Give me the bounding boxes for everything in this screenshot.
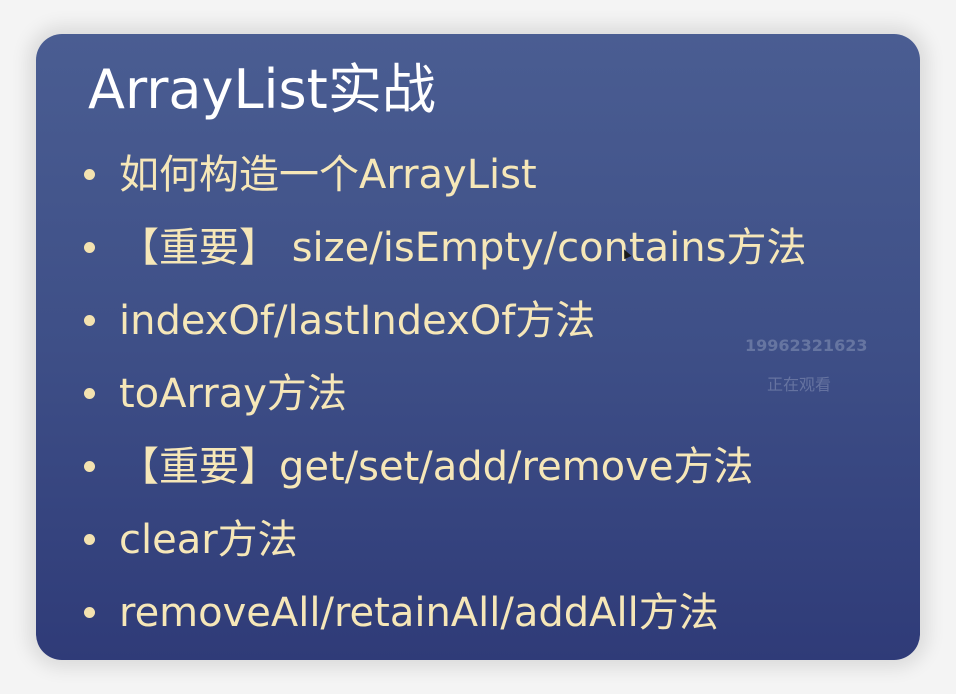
bullet-dot-icon (84, 169, 95, 180)
bullet-text: toArray方法 (119, 370, 347, 417)
bullet-dot-icon (84, 242, 95, 253)
bullet-text: clear方法 (119, 516, 298, 563)
bullet-dot-icon (84, 607, 95, 618)
bullet-list: 如何构造一个ArrayList 【重要】 size/isEmpty/contai… (84, 138, 806, 649)
bullet-dot-icon (84, 461, 95, 472)
bullet-text: 【重要】get/set/add/remove方法 (119, 443, 754, 490)
bullet-item: indexOf/lastIndexOf方法 (84, 284, 806, 357)
bullet-dot-icon (84, 315, 95, 326)
watermark-user-id: 19962321623 (745, 336, 868, 355)
bullet-item: 如何构造一个ArrayList (84, 138, 806, 211)
bullet-text: 如何构造一个ArrayList (119, 151, 537, 198)
bullet-item: 【重要】get/set/add/remove方法 (84, 430, 806, 503)
bullet-dot-icon (84, 534, 95, 545)
bullet-text: removeAll/retainAll/addAll方法 (119, 589, 719, 636)
slide: ArrayList实战 如何构造一个ArrayList 【重要】 size/is… (36, 34, 920, 660)
bullet-text: indexOf/lastIndexOf方法 (119, 297, 596, 344)
bullet-item: clear方法 (84, 503, 806, 576)
slide-frame: ArrayList实战 如何构造一个ArrayList 【重要】 size/is… (0, 0, 956, 694)
watermark-status: 正在观看 (767, 375, 832, 394)
bullet-text: 【重要】 size/isEmpty/contains方法 (119, 224, 807, 271)
slide-title: ArrayList实战 (88, 58, 436, 121)
bullet-item: toArray方法 (84, 357, 806, 430)
bullet-dot-icon (84, 388, 95, 399)
bullet-item: removeAll/retainAll/addAll方法 (84, 576, 806, 649)
bullet-item: 【重要】 size/isEmpty/contains方法 (84, 211, 806, 284)
